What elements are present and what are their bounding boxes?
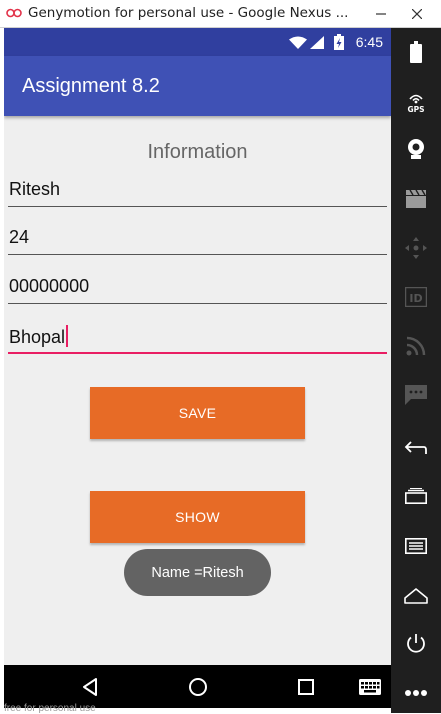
side-power-button[interactable]	[391, 624, 441, 664]
city-field-value-wrapper: Bhopal	[9, 325, 69, 348]
device-screen: 6:45 Assignment 8.2 Information Ritesh 2…	[4, 28, 391, 708]
close-window-button[interactable]	[400, 0, 434, 27]
age-field[interactable]: 24	[8, 224, 387, 255]
status-bar: 6:45	[4, 28, 391, 56]
battery-charging-icon	[334, 34, 344, 50]
nav-recents-button[interactable]	[286, 669, 326, 705]
app-title: Assignment 8.2	[22, 75, 160, 97]
city-field[interactable]: Bhopal	[8, 322, 387, 354]
side-back-button[interactable]	[391, 427, 441, 467]
sms-icon	[405, 385, 427, 405]
show-button[interactable]: SHOW	[90, 491, 305, 543]
app-bar: Assignment 8.2	[4, 56, 391, 116]
age-field-value: 24	[9, 227, 30, 247]
dpad-widget-button[interactable]	[391, 228, 441, 268]
side-recents-button[interactable]	[391, 476, 441, 516]
information-heading: Information	[147, 141, 248, 163]
phone-field[interactable]: 00000000	[8, 273, 387, 304]
battery-icon	[410, 41, 422, 63]
name-field[interactable]: Ritesh	[8, 176, 387, 207]
side-home-button[interactable]	[391, 576, 441, 616]
back-arrow-icon	[404, 441, 427, 454]
home-icon	[189, 678, 207, 696]
svg-text:GPS: GPS	[407, 105, 424, 113]
side-more-button[interactable]	[391, 673, 441, 713]
window-titlebar: Genymotion for personal use - Google Nex…	[0, 0, 441, 28]
minimize-icon	[376, 12, 386, 15]
toast-message: Name =Ritesh	[124, 549, 271, 596]
license-footer: free for personal use	[4, 703, 96, 714]
power-icon	[407, 634, 425, 653]
text-cursor	[66, 325, 69, 347]
webcam-icon	[408, 139, 424, 159]
status-time: 6:45	[355, 34, 383, 50]
navigation-bar	[4, 665, 391, 708]
battery-widget-button[interactable]	[391, 32, 441, 72]
name-field-value: Ritesh	[9, 179, 61, 199]
close-icon	[412, 8, 422, 19]
nav-keyboard-button[interactable]	[350, 669, 390, 705]
home-roof-icon	[404, 588, 428, 604]
recent-apps-icon	[405, 488, 427, 504]
side-menu-button[interactable]	[391, 526, 441, 566]
gps-widget-button[interactable]: GPS	[391, 82, 441, 122]
rss-widget-button[interactable]	[391, 326, 441, 366]
move-arrows-icon	[405, 237, 427, 259]
id-icon: ID	[405, 287, 427, 307]
emulator-side-panel: GPS ID	[391, 28, 441, 713]
nav-home-button[interactable]	[178, 669, 218, 705]
minimize-button[interactable]	[364, 0, 398, 27]
svg-text:ID: ID	[409, 292, 422, 305]
nav-back-button[interactable]	[70, 669, 110, 705]
recents-icon	[298, 679, 314, 695]
more-dots-icon	[405, 690, 427, 696]
gps-icon: GPS	[407, 94, 425, 113]
media-widget-button[interactable]	[391, 179, 441, 219]
phone-field-value: 00000000	[9, 276, 90, 296]
wifi-icon	[289, 36, 307, 49]
id-widget-button[interactable]: ID	[391, 277, 441, 317]
back-icon	[83, 678, 97, 696]
menu-icon	[405, 538, 427, 554]
rss-icon	[406, 336, 426, 356]
sms-widget-button[interactable]	[391, 375, 441, 415]
clapperboard-icon	[406, 190, 426, 208]
window-title: Genymotion for personal use - Google Nex…	[28, 5, 349, 21]
webcam-widget-button[interactable]	[391, 129, 441, 169]
save-button[interactable]: SAVE	[90, 387, 305, 439]
signal-icon	[310, 36, 324, 49]
keyboard-icon	[359, 679, 381, 695]
city-field-value: Bhopal	[9, 327, 66, 347]
genymotion-logo-icon	[6, 8, 22, 18]
